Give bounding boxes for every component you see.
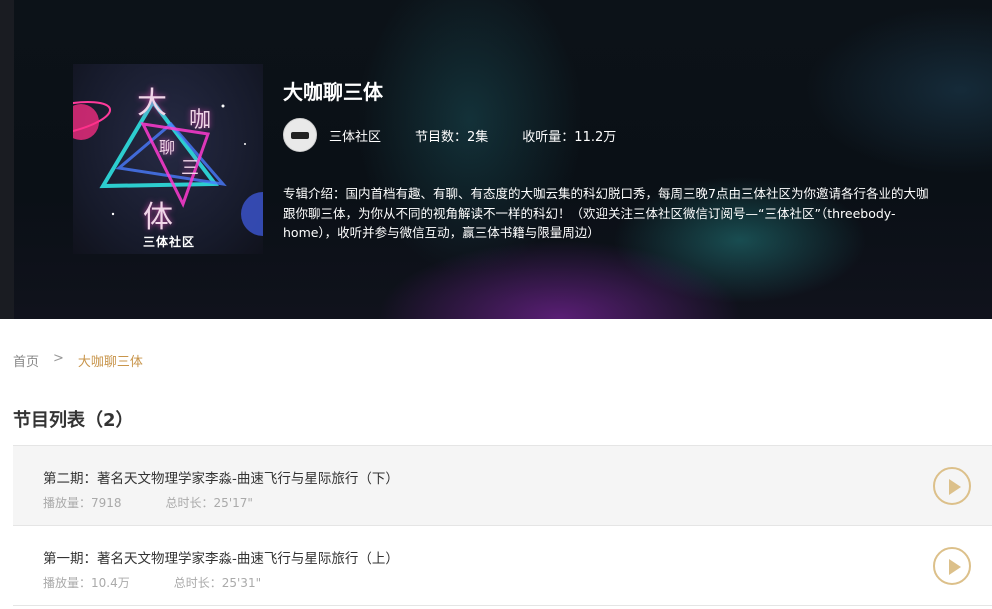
episode-duration: 总时长：25'31" xyxy=(173,576,262,590)
episode-count: 节目数：2集 xyxy=(415,129,489,145)
breadcrumb: 首页 > 大咖聊三体 xyxy=(13,351,143,370)
album-intro: 专辑介绍：国内首档有趣、有聊、有态度的大咖云集的科幻脱口秀，每周三晚7点由三体社… xyxy=(283,186,929,240)
author-name[interactable]: 三体社区 xyxy=(329,126,381,145)
listen-count: 收听量：11.2万 xyxy=(522,129,617,145)
breadcrumb-home-link[interactable]: 首页 xyxy=(13,351,39,370)
episode-row[interactable]: 第二期：著名天文物理学家李淼-曲速飞行与星际旅行（下） 播放量：7918 总时长… xyxy=(13,445,992,525)
episode-play-count: 播放量：7918 xyxy=(43,496,122,510)
episode-stats: 播放量：7918 总时长：25'17" xyxy=(43,494,253,511)
episode-title[interactable]: 第二期：著名天文物理学家李淼-曲速飞行与星际旅行（下） xyxy=(43,467,399,487)
episode-list: 第二期：著名天文物理学家李淼-曲速飞行与星际旅行（下） 播放量：7918 总时长… xyxy=(13,445,992,606)
album-title: 大咖聊三体 xyxy=(283,80,383,104)
author-avatar[interactable] xyxy=(283,118,317,152)
episode-title[interactable]: 第一期：著名天文物理学家李淼-曲速飞行与星际旅行（上） xyxy=(43,547,399,567)
album-meta: 三体社区 节目数：2集 收听量：11.2万 xyxy=(283,118,650,152)
cover-char-3: 聊 xyxy=(159,138,176,157)
episode-stats: 播放量：10.4万 总时长：25'31" xyxy=(43,574,261,591)
episode-play-count: 播放量：10.4万 xyxy=(43,576,130,590)
breadcrumb-current: 大咖聊三体 xyxy=(77,355,143,370)
list-divider xyxy=(13,605,992,606)
album-cover: 大 咖 聊 三 体 三体社区 xyxy=(73,64,263,254)
cover-char-1: 大 xyxy=(137,86,167,121)
episode-list-heading: 节目列表（2） xyxy=(13,410,134,431)
album-header: 大 咖 聊 三 体 三体社区 大咖聊三体 三体社区 节目数：2集 收听量：11.… xyxy=(0,0,992,319)
cover-char-4: 三 xyxy=(181,158,199,179)
episode-row[interactable]: 第一期：著名天文物理学家李淼-曲速飞行与星际旅行（上） 播放量：10.4万 总时… xyxy=(13,525,992,605)
play-circle-icon[interactable] xyxy=(933,547,971,585)
play-circle-icon[interactable] xyxy=(933,467,971,505)
cover-char-5: 体 xyxy=(143,200,173,235)
cover-brand-logo: 三体社区 xyxy=(143,235,196,249)
breadcrumb-separator: > xyxy=(53,351,64,366)
episode-duration: 总时长：25'17" xyxy=(165,496,253,510)
cover-char-2: 咖 xyxy=(189,108,212,133)
